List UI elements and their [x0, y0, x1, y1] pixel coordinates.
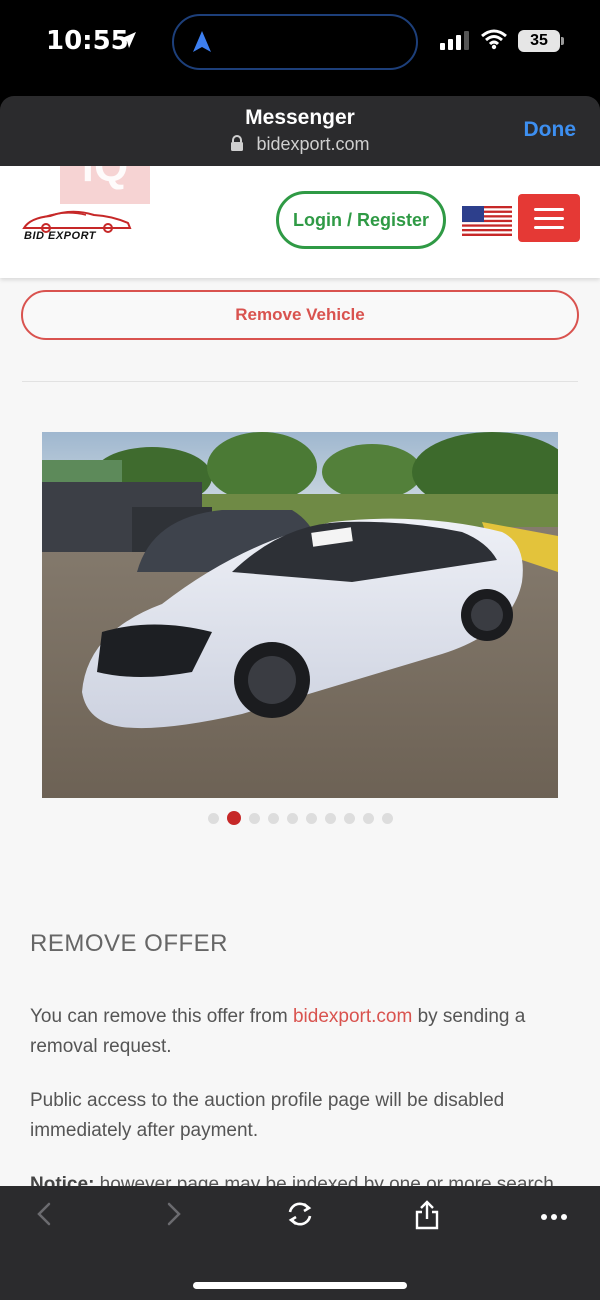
vehicle-photo[interactable] [42, 432, 558, 798]
gallery-dot[interactable] [343, 812, 355, 824]
status-time: 10:55 [46, 26, 129, 56]
iq-watermark: iQ [60, 166, 150, 204]
gallery-dot[interactable] [305, 812, 317, 824]
remove-offer-paragraph: You can remove this offer from bidexport… [30, 1002, 570, 1062]
remove-offer-heading: REMOVE OFFER [30, 930, 229, 957]
url-text: bidexport.com [256, 134, 370, 154]
gallery-dot[interactable] [207, 812, 219, 824]
notice-paragraph: Notice: however page may be indexed by o… [30, 1170, 570, 1186]
gallery-dot[interactable] [248, 812, 260, 824]
us-flag-icon[interactable] [462, 206, 512, 241]
more-icon[interactable] [540, 1208, 568, 1226]
gallery-dot[interactable] [362, 812, 374, 824]
gallery-dot[interactable] [226, 811, 241, 825]
gallery-dot[interactable] [286, 812, 298, 824]
done-button[interactable]: Done [524, 118, 577, 142]
gallery-dot[interactable] [381, 812, 393, 824]
wifi-icon [480, 28, 508, 55]
browser-url[interactable]: bidexport.com [0, 134, 600, 157]
gallery-dot[interactable] [267, 812, 279, 824]
hamburger-menu-button[interactable] [518, 194, 580, 242]
gallery-dot[interactable] [324, 812, 336, 824]
notice-label: Notice: [30, 1174, 95, 1186]
logo-text: BID EXPORT [24, 230, 97, 240]
forward-icon[interactable] [164, 1200, 184, 1233]
divider [22, 381, 578, 382]
menu-line [534, 216, 564, 220]
battery-icon: 35 [518, 30, 560, 52]
menu-line [534, 207, 564, 211]
back-icon[interactable] [34, 1200, 54, 1233]
browser-header: Messenger bidexport.com Done [0, 96, 600, 166]
battery-tip [561, 37, 564, 45]
site-header: iQ BID EXPORT Login / Register [0, 166, 600, 278]
share-icon[interactable] [414, 1200, 440, 1235]
navigation-icon [192, 30, 212, 59]
public-access-paragraph: Public access to the auction profile pag… [30, 1090, 505, 1141]
dynamic-island[interactable] [172, 14, 418, 70]
menu-line [534, 225, 564, 229]
location-arrow-icon [118, 30, 138, 55]
status-bar: 10:55 35 [0, 0, 600, 96]
p1-text-start: You can remove this offer from [30, 1006, 293, 1027]
web-page: iQ BID EXPORT Login / Register Remove Ve… [0, 166, 600, 1186]
reload-icon[interactable] [285, 1200, 315, 1233]
signal-icon [440, 30, 469, 50]
login-register-button[interactable]: Login / Register [276, 191, 446, 249]
gallery-pagination[interactable] [0, 811, 600, 825]
notice-text: however page may be indexed by one or mo… [94, 1174, 554, 1186]
browser-title: Messenger [245, 106, 355, 129]
bid-export-logo[interactable]: BID EXPORT [20, 206, 134, 245]
home-indicator[interactable] [193, 1282, 407, 1289]
bidexport-link[interactable]: bidexport.com [293, 1006, 412, 1027]
lock-icon [230, 135, 244, 157]
browser-toolbar [0, 1186, 600, 1300]
remove-vehicle-button[interactable]: Remove Vehicle [21, 290, 579, 340]
